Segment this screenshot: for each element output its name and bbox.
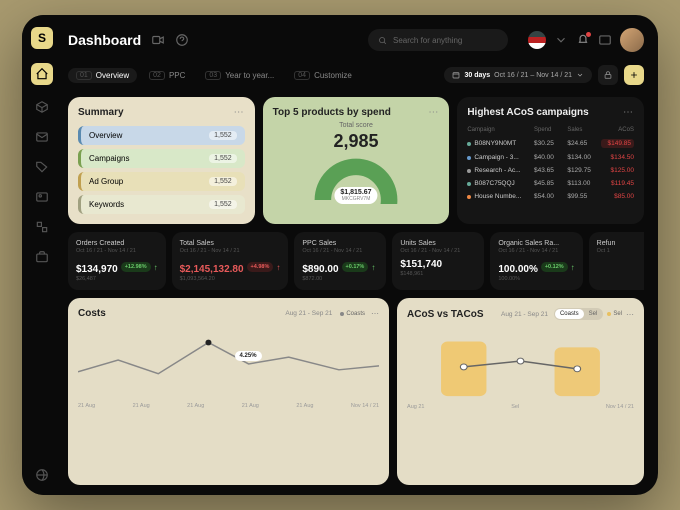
summary-item-keywords[interactable]: Keywords1,552	[78, 195, 245, 214]
metric-refund[interactable]: RefunOct 1	[589, 232, 644, 290]
app-logo[interactable]: S	[31, 27, 53, 49]
tab-year[interactable]: 03Year to year...	[197, 68, 282, 83]
summary-card: ⋯ Summary Overview1,552 Campaigns1,552 A…	[68, 97, 255, 224]
metric-units[interactable]: Units SalesOct 16 / 21 - Nov 14 / 21 $15…	[392, 232, 484, 290]
page-title: Dashboard	[68, 32, 141, 48]
costs-chart-card: Costs Aug 21 - Sep 21 Coasts ⋯ 4.25% 21 …	[68, 298, 389, 485]
table-header: CampaignSpendSalesACoS	[467, 124, 634, 136]
table-row[interactable]: Campaign - 3...$40.00$134.00$134.50	[467, 151, 634, 164]
nav-mail-icon[interactable]	[34, 129, 50, 145]
inbox-icon[interactable]	[598, 33, 612, 47]
table-row[interactable]: House Numbe...$54.00$99.55$85.00	[467, 190, 634, 203]
donut-chart: $1,815.67MKCGRV7M	[310, 154, 402, 204]
table-row[interactable]: B08NY9N0MT$30.25$24.65$149.85	[467, 136, 634, 151]
tabs: 01Overview 02PPC 03Year to year... 04Cus…	[68, 63, 644, 87]
table-row[interactable]: Research - Ac...$43.65$129.75$125.00	[467, 164, 634, 177]
summary-item-adgroup[interactable]: Ad Group1,552	[78, 172, 245, 191]
chevron-down-icon	[576, 71, 584, 79]
bell-icon[interactable]	[576, 33, 590, 47]
date-range-picker[interactable]: 30 daysOct 16 / 21 – Nov 14 / 21	[444, 67, 592, 83]
chevron-down-icon[interactable]	[554, 33, 568, 47]
metrics-row: Orders CreatedOct 16 / 21 - Nov 14 / 21 …	[68, 232, 644, 290]
nav-layers-icon[interactable]	[34, 219, 50, 235]
tab-overview[interactable]: 01Overview	[68, 68, 137, 83]
add-button[interactable]	[624, 65, 644, 85]
help-icon[interactable]	[175, 33, 189, 47]
nav-image-icon[interactable]	[34, 189, 50, 205]
avatar[interactable]	[620, 28, 644, 52]
acos-chart-card: ACoS vs TACoS Aug 21 - Sep 21 CoastsSel …	[397, 298, 644, 485]
nav-globe-icon[interactable]	[34, 467, 50, 483]
metric-orders[interactable]: Orders CreatedOct 16 / 21 - Nov 14 / 21 …	[68, 232, 166, 290]
table-row[interactable]: B087C75QQJ$45.85$113.00$119.45	[467, 177, 634, 190]
summary-item-campaigns[interactable]: Campaigns1,552	[78, 149, 245, 168]
top-products-card: ⋯ Top 5 products by spend Total score 2,…	[263, 97, 450, 224]
sidebar: S	[22, 15, 62, 495]
metric-ppc-sales[interactable]: PPC SalesOct 16 / 21 - Nov 14 / 21 $890.…	[294, 232, 386, 290]
more-icon[interactable]: ⋯	[428, 107, 439, 118]
search-icon	[378, 36, 387, 45]
bar-chart	[407, 324, 634, 402]
more-icon[interactable]: ⋯	[626, 310, 634, 319]
chart-callout: 4.25%	[235, 351, 262, 361]
more-icon[interactable]: ⋯	[623, 107, 634, 118]
line-chart: 4.25%	[78, 323, 379, 401]
more-icon[interactable]: ⋯	[371, 309, 379, 318]
tab-ppc[interactable]: 02PPC	[141, 68, 193, 83]
chart-toggle[interactable]: CoastsSel	[554, 308, 603, 320]
nav-briefcase-icon[interactable]	[34, 249, 50, 265]
metric-total-sales[interactable]: Total SalesOct 16 / 21 - Nov 14 / 21 $2,…	[172, 232, 289, 290]
lock-button[interactable]	[598, 65, 618, 85]
locale-flag-icon[interactable]	[528, 31, 546, 49]
nav-box-icon[interactable]	[34, 99, 50, 115]
search-input[interactable]: Search for anything	[368, 29, 508, 51]
nav-home-icon[interactable]	[31, 63, 53, 85]
topbar: Dashboard Search for anything	[68, 25, 644, 55]
more-icon[interactable]: ⋯	[234, 107, 245, 118]
video-icon[interactable]	[151, 33, 165, 47]
summary-item-overview[interactable]: Overview1,552	[78, 126, 245, 145]
tab-customize[interactable]: 04Customize	[286, 68, 360, 83]
nav-tag-icon[interactable]	[34, 159, 50, 175]
metric-organic[interactable]: Organic Sales Ra...Oct 16 / 21 - Nov 14 …	[490, 232, 582, 290]
calendar-icon	[452, 71, 460, 79]
highest-acos-card: ⋯ Highest ACoS campaigns CampaignSpendSa…	[457, 97, 644, 224]
